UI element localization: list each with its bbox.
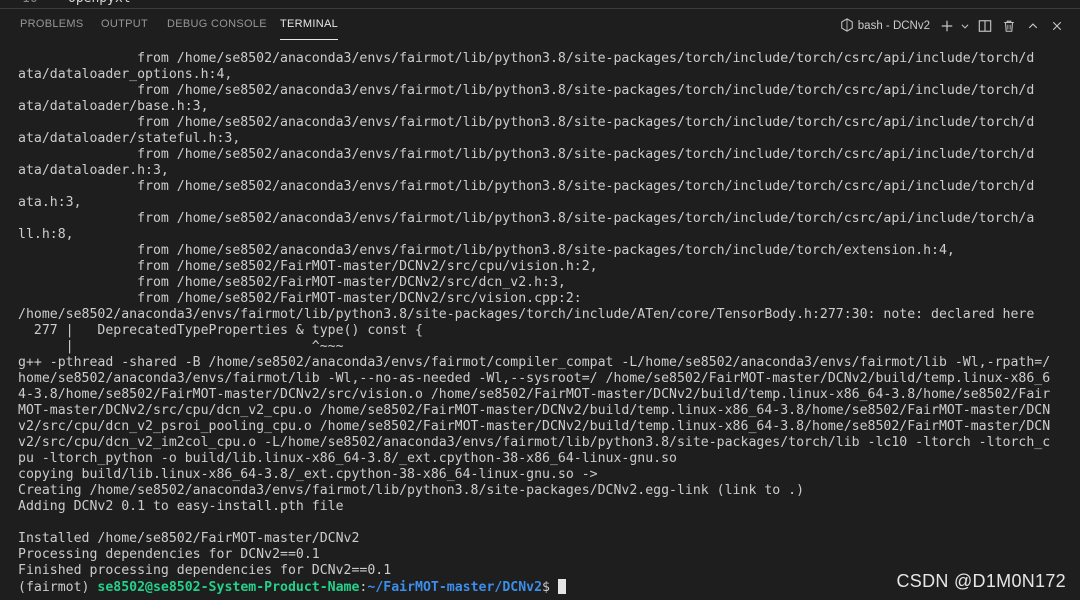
terminal-line: 277 | DeprecatedTypeProperties & type() …	[18, 323, 423, 338]
terminal-line: from /home/se8502/FairMOT-master/DCNv2/s…	[18, 275, 566, 290]
tab-output[interactable]: OUTPUT	[101, 9, 148, 39]
prompt-symbol: $	[542, 580, 558, 595]
terminal-line: v2/src/cpu/dcn_v2_im2col_cpu.o -L/home/s…	[18, 435, 1051, 450]
prompt-env: (fairmot)	[18, 580, 98, 595]
split-icon	[978, 20, 992, 32]
terminal-line: ata.h:3,	[18, 195, 82, 210]
close-icon	[1052, 21, 1062, 31]
terminal-output[interactable]: from /home/se8502/anaconda3/envs/fairmot…	[18, 51, 1068, 595]
terminal-line: ata/dataloader/base.h:3,	[18, 99, 209, 114]
tab-debug-console[interactable]: DEBUG CONSOLE	[167, 9, 267, 39]
terminal-line: 4-3.8/home/se8502/FairMOT-master/DCNv2/s…	[18, 387, 1051, 402]
close-panel-button[interactable]	[1046, 15, 1068, 37]
terminal-line: v2/src/cpu/dcn_v2_psroi_pooling_cpu.o /h…	[18, 419, 1051, 434]
terminal-scrollbar[interactable]	[1068, 43, 1080, 599]
terminal-line: from /home/se8502/anaconda3/envs/fairmot…	[18, 83, 1035, 98]
terminal-line: ata/dataloader.h:3,	[18, 163, 169, 178]
kill-terminal-button[interactable]	[998, 15, 1020, 37]
prompt-path: ~/FairMOT-master/DCNv2	[367, 580, 543, 595]
terminal-line: home/se8502/anaconda3/envs/fairmot/lib -…	[18, 371, 1051, 386]
terminal-line: MOT-master/DCNv2/src/cpu/dcn_v2_cpu.o /h…	[18, 403, 1051, 418]
trash-icon	[1004, 20, 1014, 32]
terminal-line: from /home/se8502/anaconda3/envs/fairmot…	[18, 211, 1035, 226]
terminal-line: /home/se8502/anaconda3/envs/fairmot/lib/…	[18, 307, 1035, 322]
new-terminal-button[interactable]	[938, 15, 956, 37]
terminal-line: from /home/se8502/anaconda3/envs/fairmot…	[18, 243, 955, 258]
split-terminal-button[interactable]	[974, 15, 996, 37]
terminal-line: from /home/se8502/anaconda3/envs/fairmot…	[18, 51, 1035, 66]
chevron-down-icon	[961, 24, 969, 29]
terminal-line: g++ -pthread -shared -B /home/se8502/ana…	[18, 355, 1051, 370]
prompt-user-host: se8502@se8502-System-Product-Name	[97, 580, 360, 595]
terminal-line: from /home/se8502/FairMOT-master/DCNv2/s…	[18, 291, 582, 306]
terminal-line: ll.h:8,	[18, 227, 74, 242]
tab-terminal[interactable]: TERMINAL	[280, 9, 339, 40]
editor-code-line[interactable]: openpyxl	[68, 0, 131, 6]
chevron-up-icon	[1028, 23, 1038, 29]
terminal-line: ata/dataloader_options.h:4,	[18, 67, 233, 82]
terminal-line: from /home/se8502/anaconda3/envs/fairmot…	[18, 179, 1035, 194]
terminal-line: from /home/se8502/anaconda3/envs/fairmot…	[18, 147, 1035, 162]
terminal-cursor	[557, 579, 566, 594]
tab-problems[interactable]: PROBLEMS	[20, 9, 84, 39]
terminal-shell-icon	[840, 17, 854, 35]
panel-toolbar: bash - DCNv2	[840, 15, 1068, 37]
terminal-dropdown-button[interactable]	[958, 15, 972, 37]
terminal-line: | ^~~~	[18, 339, 344, 354]
watermark-text: CSDN @D1M0N172	[896, 571, 1066, 591]
terminal-line: copying build/lib.linux-x86_64-3.8/_ext.…	[18, 467, 598, 482]
terminal-line: pu -ltorch_python -o build/lib.linux-x86…	[18, 451, 677, 466]
terminal-line: Processing dependencies for DCNv2==0.1	[18, 547, 320, 562]
terminal-line: from /home/se8502/anaconda3/envs/fairmot…	[18, 115, 1035, 130]
terminal-line: ata/dataloader/stateful.h:3,	[18, 131, 241, 146]
plus-icon	[941, 20, 953, 32]
terminal-line: Creating /home/se8502/anaconda3/envs/fai…	[18, 483, 805, 498]
editor-area: 10 openpyxl	[0, 0, 1080, 8]
terminal-line: Adding DCNv2 0.1 to easy-install.pth fil…	[18, 499, 344, 514]
editor-line-number: 10	[22, 0, 38, 6]
terminal-line: from /home/se8502/FairMOT-master/DCNv2/s…	[18, 259, 598, 274]
terminal-shell-label: bash - DCNv2	[857, 20, 930, 32]
terminal-line: Installed /home/se8502/FairMOT-master/DC…	[18, 531, 360, 546]
bottom-panel: PROBLEMS OUTPUT DEBUG CONSOLE TERMINAL b…	[0, 8, 1080, 600]
panel-tab-bar: PROBLEMS OUTPUT DEBUG CONSOLE TERMINAL b…	[0, 9, 1080, 43]
maximize-panel-button[interactable]	[1022, 15, 1044, 37]
terminal-shell-selector[interactable]: bash - DCNv2	[840, 17, 930, 35]
